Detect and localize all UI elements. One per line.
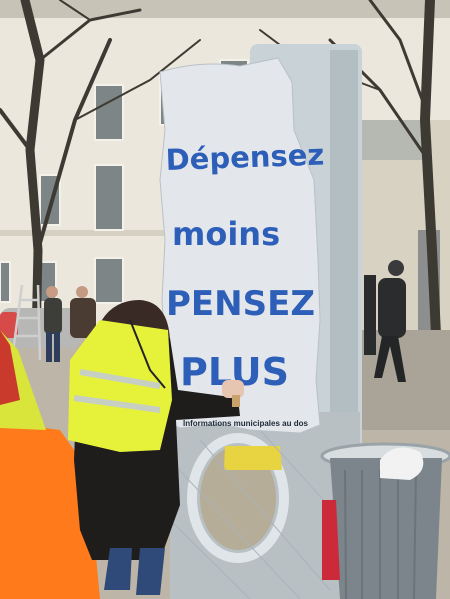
slogan-line-1: Dépensez (165, 137, 325, 177)
paint-brush (232, 395, 240, 407)
photo-scene: Informations municipales au dos Dépensez… (0, 0, 450, 599)
slogan-line-3: PENSEZ (166, 284, 315, 324)
slogan-line-2: moins (172, 215, 280, 253)
street-photo: Informations municipales au dos Dépensez… (0, 0, 450, 599)
right-balcony (360, 120, 430, 160)
panel-plate-text: Informations municipales au dos (183, 419, 308, 428)
trash-bin (320, 442, 450, 599)
